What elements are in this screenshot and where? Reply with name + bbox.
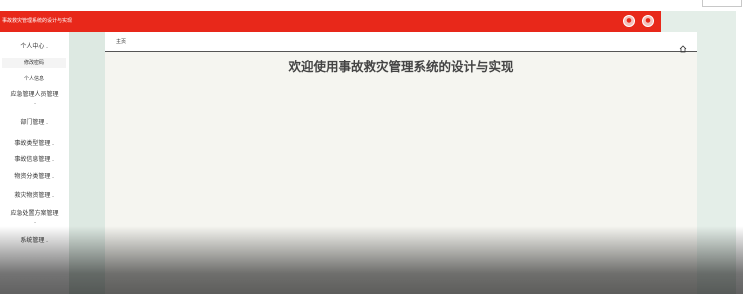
sidebar-item-department[interactable]: 部门管理⌄ <box>0 119 69 127</box>
sidebar-item-accident-info[interactable]: 事故信息管理⌄ <box>0 156 69 164</box>
sidebar-item-relief-supplies[interactable]: 救灾物资管理⌄ <box>0 192 69 200</box>
sidebar-item-system[interactable]: 系统管理⌄ <box>0 237 69 245</box>
sidebar-item-label: 部门管理 <box>20 119 45 126</box>
header-circle-button-2[interactable]: ● <box>642 15 654 27</box>
chevron-down-icon: ⌄ <box>51 157 55 162</box>
chevron-down-icon: ⌄ <box>33 219 37 224</box>
circle-icon: ● <box>645 17 651 24</box>
top-header: 事故救灾管理系统的设计与实现 ● ● <box>0 11 661 32</box>
welcome-heading: 欢迎使用事故救灾管理系统的设计与实现 <box>288 59 514 74</box>
chevron-down-icon: ⌄ <box>51 141 55 146</box>
circle-icon: ● <box>626 17 632 24</box>
app-title: 事故救灾管理系统的设计与实现 <box>2 18 73 24</box>
sidebar-item-label: 物资分类管理 <box>14 173 51 180</box>
sidebar-item-personal-center[interactable]: 个人中心⌄ <box>0 43 69 51</box>
chevron-down-icon: ⌄ <box>51 174 55 179</box>
sidebar-item-label: 事故信息管理 <box>14 156 51 163</box>
sidebar-item-label: 应急管理人员管理 <box>10 91 59 98</box>
sidebar-item-accident-type[interactable]: 事故类型管理⌄ <box>0 140 69 148</box>
sidebar-item-supply-category[interactable]: 物资分类管理⌄ <box>0 173 69 181</box>
sidebar-item-label: 个人中心 <box>20 43 45 50</box>
chevron-down-icon: ⌄ <box>45 238 49 243</box>
sidebar-gutter <box>69 32 105 294</box>
sidebar-subitem-change-password[interactable]: 修改密码 <box>2 58 66 68</box>
sidebar-item-label: 事故类型管理 <box>14 140 51 147</box>
chevron-down-icon: ⌄ <box>45 44 49 49</box>
breadcrumb[interactable]: 主页 <box>116 39 126 45</box>
sidebar-item-emergency-staff[interactable]: 应急管理人员管理 ⌄ <box>0 91 69 107</box>
sidebar-item-label: 救灾物资管理 <box>14 192 51 199</box>
sidebar: 个人中心⌄ 修改密码 个人信息 应急管理人员管理 ⌄ 部门管理⌄ 事故类型管理⌄ … <box>0 32 69 294</box>
content-topbar: 主页 <box>105 32 697 53</box>
chevron-down-icon: ⌄ <box>45 120 49 125</box>
window-corner-frame <box>702 0 742 7</box>
main-content: 主页 欢迎使用事故救灾管理系统的设计与实现 <box>105 32 697 294</box>
chevron-down-icon: ⌄ <box>33 100 37 105</box>
sidebar-item-emergency-plan[interactable]: 应急处置方案管理 ⌄ <box>0 210 69 226</box>
sidebar-item-label: 系统管理 <box>20 237 45 244</box>
sidebar-subitem-personal-info[interactable]: 个人信息 <box>2 74 66 84</box>
sidebar-item-label: 应急处置方案管理 <box>10 210 59 217</box>
home-icon[interactable] <box>679 38 687 53</box>
header-circle-button-1[interactable]: ● <box>623 15 635 27</box>
chevron-down-icon: ⌄ <box>51 193 55 198</box>
